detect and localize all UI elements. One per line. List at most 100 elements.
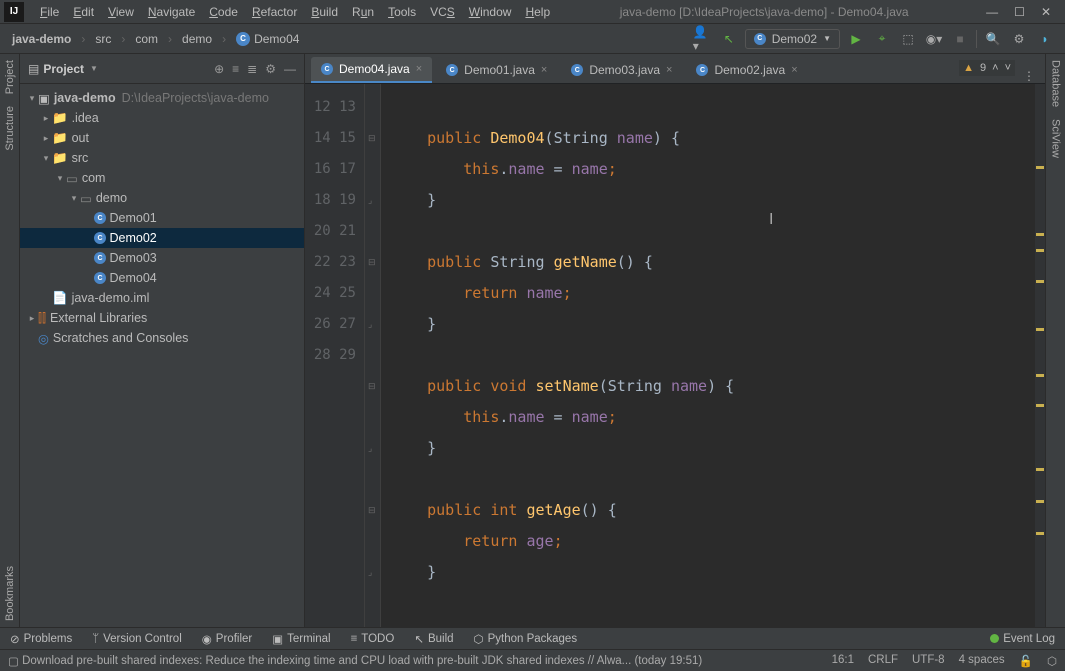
inspection-widget[interactable]: ▲ 9 ˄ ˅	[959, 60, 1015, 76]
readonly-icon[interactable]: 🔓	[1019, 654, 1033, 668]
line-numbers-gutter[interactable]: 12 13 14 15 16 17 18 19 20 21 22 23 24 2…	[305, 84, 365, 627]
tw-build[interactable]: ↖Build	[404, 632, 463, 646]
breadcrumb-src[interactable]: src	[89, 30, 117, 48]
menu-tools[interactable]: Tools	[382, 2, 422, 22]
tree-com[interactable]: ▾▭com	[20, 168, 304, 188]
breadcrumb-demo[interactable]: demo	[176, 30, 218, 48]
tree-idea[interactable]: ▸📁.idea	[20, 108, 304, 128]
profiler-button[interactable]: ◉▾	[924, 29, 944, 49]
editor-area: C Demo04.java × CDemo01.java× CDemo03.java…	[305, 54, 1045, 627]
todo-icon: ≡	[351, 633, 358, 645]
tab-demo04[interactable]: CDemo04.java×	[311, 57, 432, 83]
project-tree[interactable]: ▾▣java-demoD:\IdeaProjects\java-demo ▸📁.…	[20, 84, 304, 627]
tw-todo[interactable]: ≡TODO	[341, 633, 405, 645]
tw-terminal[interactable]: ▣Terminal	[262, 632, 340, 646]
tree-demo03[interactable]: C Demo03	[20, 248, 304, 268]
settings-button[interactable]: ⚙	[1009, 29, 1029, 49]
class-icon: C	[236, 32, 250, 46]
user-icon[interactable]: 👤▾	[693, 29, 713, 49]
maximize-button[interactable]: ☐	[1014, 5, 1025, 19]
menu-refactor[interactable]: Refactor	[246, 2, 303, 22]
chevron-down-icon[interactable]: ▼	[90, 64, 98, 73]
menu-file[interactable]: File	[34, 2, 65, 22]
tw-problems[interactable]: ⊘Problems	[0, 632, 82, 646]
tree-ext-libs[interactable]: ▸⫿⫿External Libraries	[20, 308, 304, 328]
rail-sciview[interactable]: SciView	[1050, 113, 1062, 164]
tab-more-icon[interactable]: ⋮	[1023, 69, 1035, 83]
close-tab-icon[interactable]: ×	[791, 64, 797, 76]
tw-vcs[interactable]: ᛘVersion Control	[82, 633, 192, 645]
rail-project[interactable]: Project	[4, 54, 16, 100]
breadcrumb-com[interactable]: com	[129, 30, 164, 48]
coverage-button[interactable]: ⬚	[898, 29, 918, 49]
close-tab-icon[interactable]: ×	[541, 64, 547, 76]
tree-root[interactable]: ▾▣java-demoD:\IdeaProjects\java-demo	[20, 88, 304, 108]
menu-navigate[interactable]: Navigate	[142, 2, 201, 22]
caret-position[interactable]: 16:1	[832, 654, 854, 668]
menu-vcs[interactable]: VCS	[424, 2, 461, 22]
tab-demo01[interactable]: CDemo01.java×	[436, 57, 557, 83]
tree-demo[interactable]: ▾▭demo	[20, 188, 304, 208]
breadcrumb-root[interactable]: java-demo	[6, 30, 77, 48]
rail-database[interactable]: Database	[1050, 54, 1062, 113]
tree-scratches[interactable]: ◎Scratches and Consoles	[20, 328, 304, 348]
indent-widget[interactable]: 4 spaces	[959, 654, 1005, 668]
run-button[interactable]: ▶	[846, 29, 866, 49]
toolwindows-button[interactable]: ▢	[8, 654, 19, 668]
chevron-right-icon: ›	[168, 32, 172, 46]
project-header-title[interactable]: Project	[43, 62, 84, 76]
chevron-up-icon[interactable]: ˄	[992, 62, 998, 74]
tree-demo01[interactable]: C Demo01	[20, 208, 304, 228]
tree-demo04[interactable]: C Demo04	[20, 268, 304, 288]
collapse-all-icon[interactable]: ≣	[247, 62, 257, 76]
chevron-right-icon: ›	[121, 32, 125, 46]
select-opened-file-icon[interactable]: ⊕	[214, 62, 224, 76]
breadcrumb-class[interactable]: C Demo04	[230, 30, 305, 48]
tree-src[interactable]: ▾📁src	[20, 148, 304, 168]
tab-demo02[interactable]: CDemo02.java×	[686, 57, 807, 83]
project-header: ▤ Project ▼ ⊕ ≡ ≣ ⚙ —	[20, 54, 304, 84]
debug-button[interactable]: ⌖	[872, 29, 892, 49]
expand-all-icon[interactable]: ≡	[232, 62, 239, 76]
chevron-down-icon[interactable]: ˅	[1005, 62, 1011, 74]
project-view-icon: ▤	[28, 62, 39, 76]
close-tab-icon[interactable]: ×	[416, 63, 422, 75]
error-stripe[interactable]	[1035, 84, 1045, 627]
fold-gutter[interactable]: ⊟⌟⊟⌟⊟⌟⊟⌟	[365, 84, 381, 627]
memory-icon[interactable]: ⬡	[1047, 654, 1057, 668]
plugin-icon[interactable]: ◗	[1035, 29, 1055, 49]
line-ending[interactable]: CRLF	[868, 654, 898, 668]
status-message[interactable]: Download pre-built shared indexes: Reduc…	[22, 655, 702, 667]
menu-code[interactable]: Code	[203, 2, 244, 22]
close-tab-icon[interactable]: ×	[666, 64, 672, 76]
tab-label: Demo04.java	[339, 62, 410, 76]
hammer-icon[interactable]: ↖	[719, 29, 739, 49]
editor-body: 12 13 14 15 16 17 18 19 20 21 22 23 24 2…	[305, 84, 1045, 627]
tree-out[interactable]: ▸📁out	[20, 128, 304, 148]
settings-icon[interactable]: ⚙	[265, 62, 276, 76]
tree-demo02[interactable]: C Demo02	[20, 228, 304, 248]
tab-demo03[interactable]: CDemo03.java×	[561, 57, 682, 83]
run-config-selector[interactable]: C Demo02 ▼	[745, 29, 840, 49]
class-icon: C	[571, 64, 583, 76]
menu-run[interactable]: Run	[346, 2, 380, 22]
tw-python[interactable]: ⬡Python Packages	[464, 632, 588, 646]
hide-button[interactable]: —	[284, 62, 296, 76]
rail-structure[interactable]: Structure	[4, 100, 16, 157]
tw-profiler[interactable]: ◉Profiler	[192, 632, 262, 646]
stop-button[interactable]: ■	[950, 29, 970, 49]
menu-view[interactable]: View	[102, 2, 140, 22]
close-button[interactable]: ✕	[1041, 5, 1051, 19]
menu-edit[interactable]: Edit	[67, 2, 100, 22]
menu-window[interactable]: Window	[463, 2, 518, 22]
file-encoding[interactable]: UTF-8	[912, 654, 945, 668]
menu-build[interactable]: Build	[305, 2, 344, 22]
warning-count: 9	[980, 62, 986, 74]
rail-bookmarks[interactable]: Bookmarks	[4, 560, 16, 627]
tree-iml[interactable]: 📄java-demo.iml	[20, 288, 304, 308]
search-everywhere-button[interactable]: 🔍	[983, 29, 1003, 49]
menu-help[interactable]: Help	[519, 2, 556, 22]
minimize-button[interactable]: —	[986, 5, 998, 19]
tw-eventlog[interactable]: Event Log	[980, 633, 1065, 645]
code-editor[interactable]: public Demo04(String name) { this.name =…	[381, 84, 1045, 627]
